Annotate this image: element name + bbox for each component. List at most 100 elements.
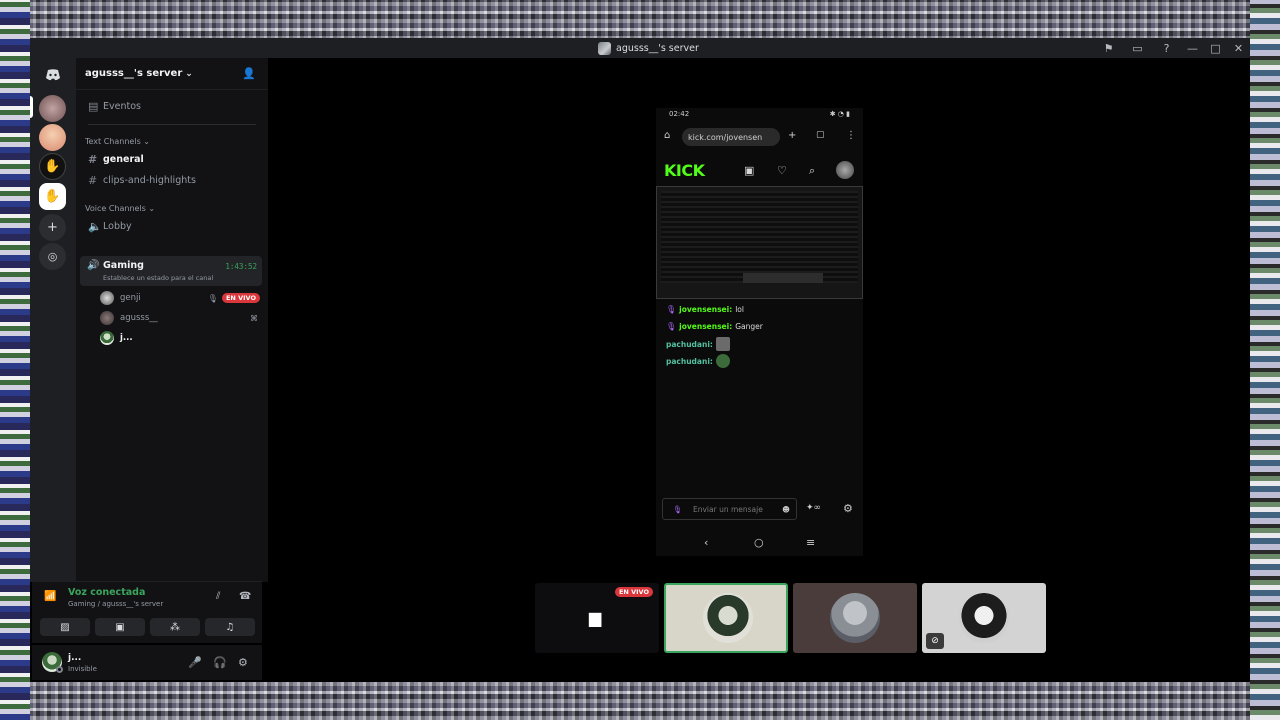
- channel-label: general: [103, 153, 144, 165]
- participant-tile-stream[interactable]: ▆ EN VIVO: [535, 583, 659, 653]
- back-icon: ‹: [704, 536, 709, 549]
- inbox-icon[interactable]: ▭: [1123, 38, 1152, 58]
- voice-user-name: genji: [120, 293, 141, 303]
- window-title-text: agusss__'s server: [616, 42, 699, 54]
- stream-video-frame: [661, 191, 858, 283]
- text-channels-category[interactable]: Text Channels ⌄: [85, 137, 150, 146]
- explore-compass-icon[interactable]: ◎: [39, 243, 66, 270]
- screen-share-icon: ▆: [589, 608, 602, 627]
- voice-user[interactable]: agusss__ ⌘: [100, 309, 260, 327]
- screen-share-button[interactable]: ▣: [95, 618, 145, 636]
- phone-status-icons: ✱ ◔ ▮: [829, 110, 850, 118]
- chat-input: 🎙 Enviar un mensaje ☻: [662, 498, 797, 520]
- channel-sidebar: agusss__'s server ⌄ 👤 ▤ Eventos Text Cha…: [76, 58, 268, 582]
- profile-avatar-icon: [836, 161, 854, 179]
- settings-gear-icon[interactable]: ⚙: [238, 656, 248, 669]
- server-avatar-agusss[interactable]: [39, 95, 66, 122]
- stream-video-player: [656, 186, 863, 299]
- voice-channel-lobby[interactable]: 🔈 Lobby: [80, 216, 262, 236]
- invite-people-icon[interactable]: 👤: [242, 67, 256, 80]
- channel-label: clips-and-highlights: [103, 174, 196, 186]
- server-avatar-4[interactable]: ✋: [39, 183, 66, 210]
- discord-home-icon[interactable]: [39, 61, 66, 88]
- server-thumbnail-icon: [598, 41, 611, 55]
- search-icon: ⌕: [809, 164, 816, 177]
- chat-user: pachudani:: [666, 356, 713, 366]
- server-name: agusss__'s server: [85, 68, 183, 79]
- recents-icon: ≡: [806, 536, 816, 549]
- channel-label: Gaming: [103, 260, 144, 271]
- avatar: [703, 593, 753, 643]
- server-avatar-3[interactable]: ✋: [39, 153, 66, 180]
- user-panel: j... Invisible 🎤 🎧 ⚙: [32, 645, 262, 680]
- tabs-icon: ▢: [816, 130, 825, 140]
- channel-general[interactable]: # general: [80, 149, 262, 169]
- voice-channels-category[interactable]: Voice Channels ⌄: [85, 204, 155, 213]
- chat-message: 🎙 jovensensei: lol: [666, 305, 744, 314]
- headphones-icon[interactable]: 🎧: [213, 656, 227, 669]
- emote-image: [715, 337, 730, 351]
- new-tab-icon: +: [788, 130, 797, 141]
- participant-tile-agusss[interactable]: [793, 583, 917, 653]
- title-bar-icons: ⚑ ▭ ? — □ ✕: [1094, 38, 1250, 58]
- chat-message: pachudani:: [666, 337, 730, 351]
- url-field: kick.com/jovensen: [682, 128, 780, 146]
- activities-button[interactable]: ⁂: [150, 618, 200, 636]
- avatar: [830, 593, 880, 643]
- channel-label: Lobby: [103, 220, 132, 232]
- maximize-icon[interactable]: □: [1204, 38, 1227, 58]
- soundboard-icon: ♫: [225, 621, 235, 633]
- voice-location[interactable]: Gaming / agusss__'s server: [68, 600, 163, 608]
- kick-logo: KICK: [664, 161, 705, 180]
- voice-channel-gaming[interactable]: 🔊 Gaming Establece un estado para el can…: [80, 256, 262, 286]
- avatar: [100, 291, 114, 305]
- server-rail: ✋ ✋ + ◎: [30, 58, 76, 582]
- add-server-icon[interactable]: +: [39, 214, 66, 241]
- chat-settings-icon: ⚙: [843, 502, 853, 515]
- soundboard-button[interactable]: ♫: [205, 618, 255, 636]
- channel-status[interactable]: Establece un estado para el canal: [103, 274, 213, 282]
- minimize-icon[interactable]: —: [1181, 38, 1204, 58]
- server-avatar-2[interactable]: [39, 124, 66, 151]
- microphone-icon[interactable]: 🎤: [188, 656, 202, 669]
- kick-header: KICK ▣ ♡ ⌕: [656, 156, 863, 184]
- phone-time: 02:42: [669, 110, 690, 118]
- disconnect-icon[interactable]: ☎: [239, 591, 251, 602]
- gift-icon: ▣: [744, 164, 755, 177]
- points-icon: ✦∞: [806, 503, 822, 513]
- avatar: [100, 331, 114, 345]
- mic-badge-icon: 🎙: [666, 305, 677, 314]
- discord-window: agusss__'s server ⚑ ▭ ? — □ ✕ ✋ ✋ + ◎ ag…: [30, 38, 1250, 682]
- text-category-label: Text Channels: [85, 137, 141, 146]
- home-circle-icon: ○: [754, 536, 764, 549]
- help-icon[interactable]: ?: [1152, 38, 1181, 58]
- user-name[interactable]: j...: [68, 653, 81, 663]
- chevron-down-icon: ⌄: [185, 68, 193, 79]
- flag-icon[interactable]: ⚑: [1094, 38, 1123, 58]
- divider: [88, 124, 256, 125]
- window-title: agusss__'s server: [598, 41, 699, 55]
- avatar: [100, 311, 114, 325]
- chat-text: Ganger: [735, 322, 763, 331]
- mic-muted-icon: 🎙: [207, 293, 218, 303]
- participant-tile-j[interactable]: ⊘: [922, 583, 1046, 653]
- chat-user: jovensensei:: [679, 322, 733, 331]
- participant-tile-genji[interactable]: [664, 583, 788, 653]
- voice-user[interactable]: j...: [100, 329, 260, 347]
- noise-suppression-icon[interactable]: ⫽: [216, 591, 220, 602]
- voice-user-name: j...: [120, 333, 133, 343]
- desktop-edge-right: [1250, 0, 1280, 720]
- signal-icon[interactable]: 📶: [44, 591, 56, 602]
- channel-clips-and-highlights[interactable]: # clips-and-highlights: [80, 170, 262, 190]
- server-header[interactable]: agusss__'s server ⌄ 👤: [76, 58, 268, 90]
- player-controls: [743, 273, 823, 283]
- voice-user[interactable]: genji 🎙 EN VIVO: [100, 289, 260, 307]
- voice-status[interactable]: Voz conectada: [68, 587, 145, 598]
- live-badge: EN VIVO: [221, 293, 260, 303]
- events-item[interactable]: ▤ Eventos: [80, 96, 262, 116]
- chat-user: jovensensei:: [679, 305, 733, 314]
- camera-off-button[interactable]: ▨: [40, 618, 90, 636]
- close-icon[interactable]: ✕: [1227, 38, 1250, 58]
- shared-phone-stream[interactable]: 02:42 ✱ ◔ ▮ ⌂ kick.com/jovensen + ▢ ⋮ KI…: [656, 108, 863, 556]
- voice-stage: 02:42 ✱ ◔ ▮ ⌂ kick.com/jovensen + ▢ ⋮ KI…: [268, 58, 1250, 682]
